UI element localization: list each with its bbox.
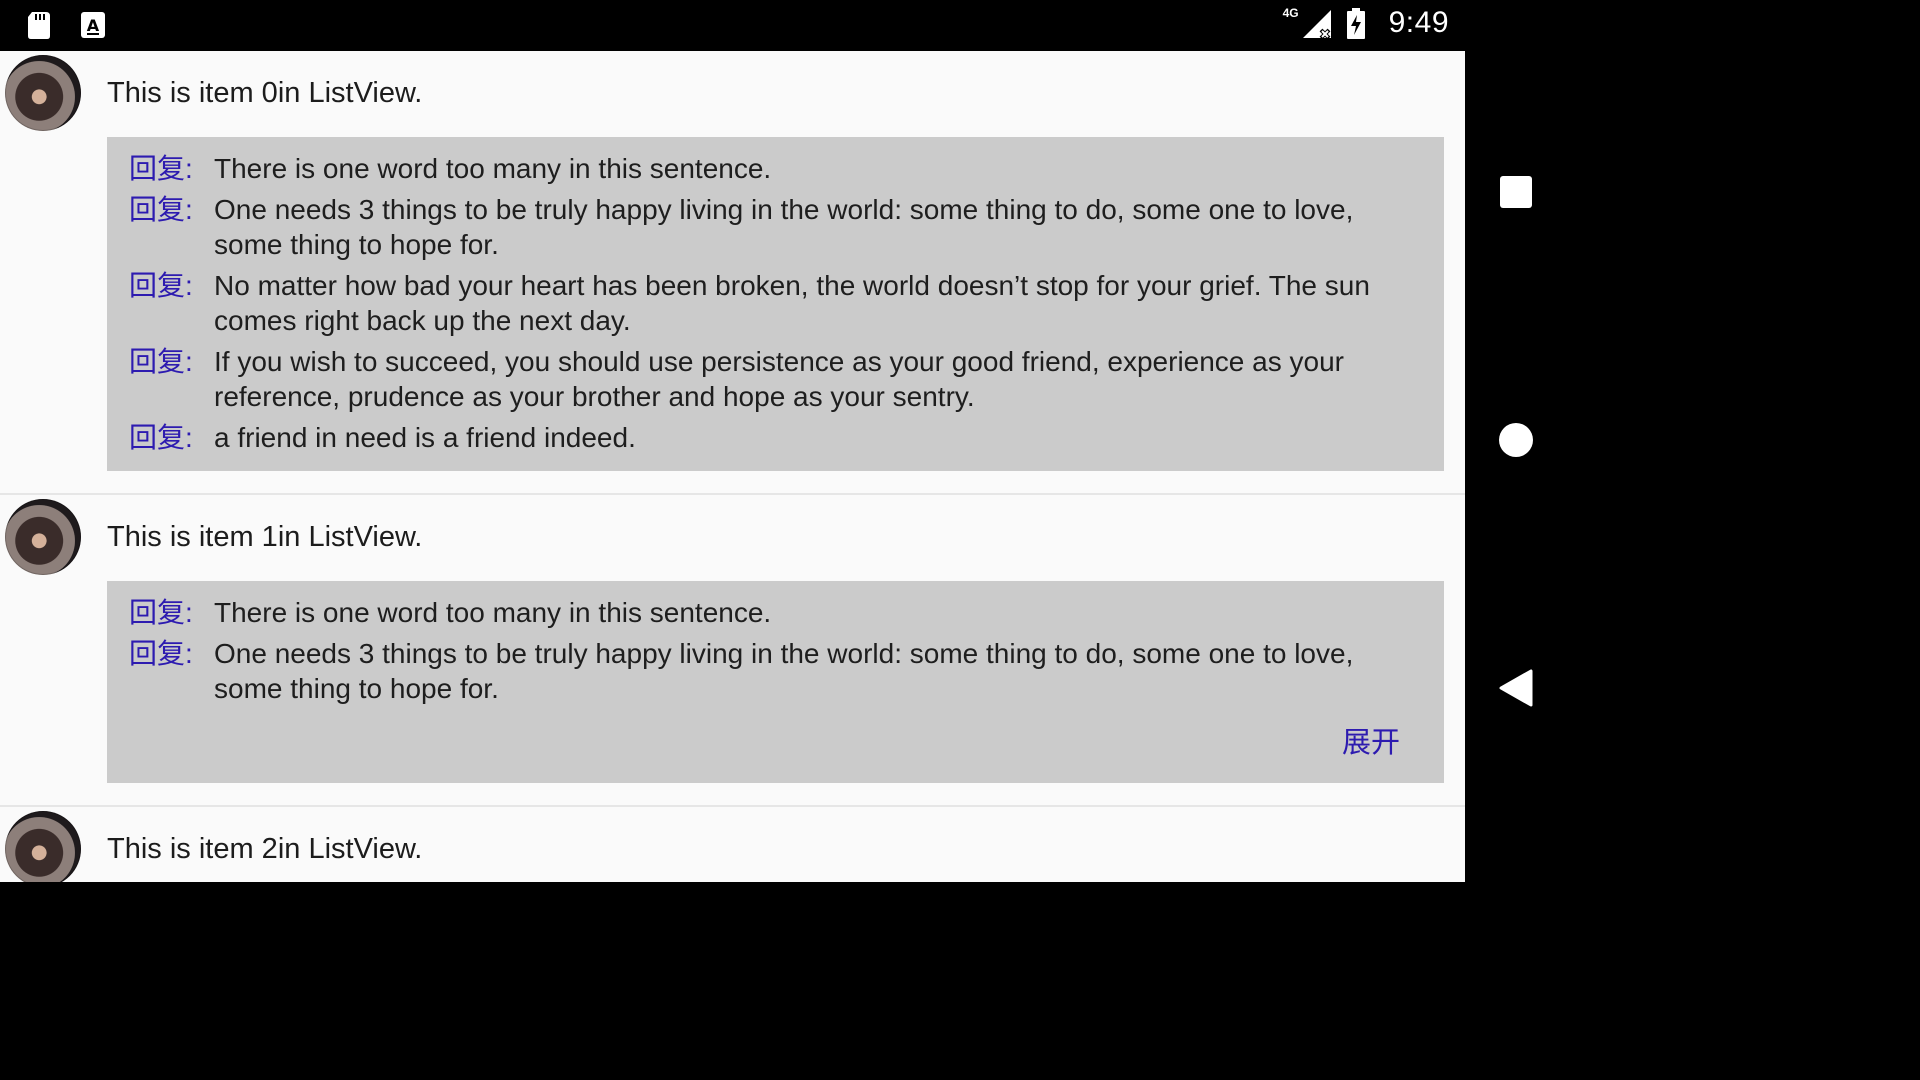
reply-text: One needs 3 things to be truly happy liv…	[214, 194, 1354, 260]
reply-text: One needs 3 things to be truly happy liv…	[214, 638, 1354, 704]
item-title: This is item 0in ListView.	[107, 77, 423, 109]
item-title: This is item 1in ListView.	[107, 521, 423, 553]
keyboard-a-icon: A	[78, 10, 108, 40]
reply-row[interactable]: 回复: One needs 3 things to be truly happy…	[129, 192, 1422, 262]
reply-row[interactable]: 回复: No matter how bad your heart has bee…	[129, 268, 1422, 338]
avatar[interactable]	[5, 811, 81, 882]
reply-text: There is one word too many in this sente…	[214, 153, 772, 184]
clock: 9:49	[1388, 6, 1449, 39]
avatar[interactable]	[5, 55, 81, 131]
sd-card-icon	[24, 10, 54, 40]
back-triangle-icon[interactable]	[1498, 669, 1534, 707]
reply-label: 回复:	[129, 422, 193, 453]
battery-charging-icon	[1345, 8, 1375, 39]
reply-label: 回复:	[129, 153, 193, 184]
home-circle-icon[interactable]	[1498, 422, 1534, 458]
network-type: 4G	[1282, 6, 1299, 20]
reply-label: 回复:	[129, 346, 193, 377]
reply-label: 回复:	[129, 194, 193, 225]
reply-box: 回复: There is one word too many in this s…	[107, 581, 1444, 783]
recents-square-icon[interactable]	[1498, 174, 1534, 210]
reply-text: There is one word too many in this sente…	[214, 597, 772, 628]
item-title: This is item 2in ListView.	[107, 833, 423, 865]
reply-row[interactable]: 回复: There is one word too many in this s…	[129, 151, 1422, 186]
reply-label: 回复:	[129, 270, 193, 301]
navigation-bar	[1465, 0, 1568, 882]
svg-text:A: A	[87, 16, 100, 35]
reply-label: 回复:	[129, 638, 193, 669]
list-item[interactable]: This is item 0in ListView. 回复: There is …	[0, 51, 1465, 495]
list-item[interactable]: This is item 2in ListView.	[0, 807, 1465, 882]
avatar[interactable]	[5, 499, 81, 575]
reply-row[interactable]: 回复: One needs 3 things to be truly happy…	[129, 636, 1422, 706]
list-view[interactable]: This is item 0in ListView. 回复: There is …	[0, 51, 1465, 882]
list-item[interactable]: This is item 1in ListView. 回复: There is …	[0, 495, 1465, 807]
status-bar: A 4G 9:49	[0, 0, 1465, 51]
reply-text: a friend in need is a friend indeed.	[214, 422, 636, 453]
reply-row[interactable]: 回复: If you wish to succeed, you should u…	[129, 344, 1422, 414]
reply-text: No matter how bad your heart has been br…	[214, 270, 1370, 336]
reply-row[interactable]: 回复: a friend in need is a friend indeed.	[129, 420, 1422, 455]
expand-link[interactable]: 展开	[1342, 719, 1400, 761]
reply-label: 回复:	[129, 597, 193, 628]
reply-text: If you wish to succeed, you should use p…	[214, 346, 1344, 412]
reply-box: 回复: There is one word too many in this s…	[107, 137, 1444, 471]
reply-row[interactable]: 回复: There is one word too many in this s…	[129, 595, 1422, 630]
signal-icon	[1301, 8, 1331, 40]
